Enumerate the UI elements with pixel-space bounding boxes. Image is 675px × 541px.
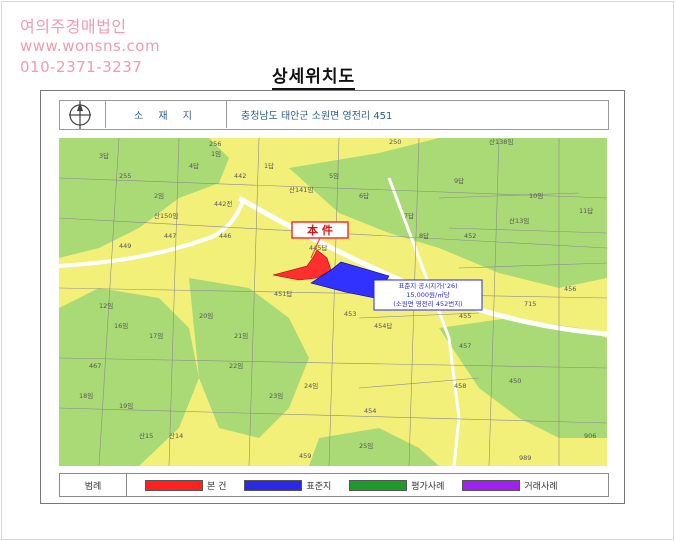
legend-item-standard: 표준지 [244,479,331,492]
parcel-label: 715 [524,300,536,308]
subject-label: 本 件 [307,223,333,237]
north-arrow-icon [64,99,96,131]
parcel-label: 산13임 [509,216,529,225]
parcel-label: 457 [459,342,471,350]
parcel-label: 445답 [309,244,327,252]
parcel-label: 451답 [274,290,292,298]
parcel-label: 산150임 [154,211,178,220]
parcel-label: 10임 [529,192,543,200]
parcel-label: 1임 [211,150,221,158]
parcel-label: 21임 [234,332,248,340]
parcel-label: 256 [209,140,221,148]
cadastral-map: 本 件 표준지 공시지가(‘26) 15,000원/㎡당 (소원면 영전리 45… [59,138,607,466]
legend-item-subject: 본 건 [145,479,226,492]
parcel-label: 442전 [214,199,232,208]
parcel-label: 250 [389,138,401,146]
parcel-label: 458 [454,382,466,390]
parcel-label: 6답 [359,192,369,200]
legend-swatch-subject [145,479,203,491]
parcel-label: 442 [234,172,246,180]
parcel-label: 19임 [119,402,133,410]
parcel-label: 446 [219,232,231,240]
parcel-label: 4답 [189,162,199,170]
legend: 범례 본 건 표준지 평가사례 거래사례 [59,473,609,497]
parcel-label: 18임 [79,392,93,400]
parcel-label: 2임 [154,192,164,200]
standard-note-line-3: (소원면 영전리 452번지) [393,299,462,308]
parcel-label: 25임 [359,442,373,450]
parcel-label: 22임 [229,362,243,370]
parcel-label: 449 [119,242,131,250]
legend-swatch-transaction [462,479,521,491]
legend-swatch-standard [244,479,303,491]
parcel-label: 17임 [149,332,163,340]
parcel-label: 454 [364,407,376,415]
parcel-label: 8답 [419,232,429,240]
legend-title: 범례 [60,474,127,496]
legend-label-appraisal: 평가사례 [411,481,445,492]
parcel-label: 12임 [99,302,113,310]
legend-swatch-appraisal [349,479,408,491]
parcel-label: 7답 [404,212,414,220]
watermark-company: 여의주경매법인 [20,17,127,36]
location-map-sheet: 소 재 지 충청남도 태안군 소원면 영전리 451 本 件 표준지 공시지가(… [40,90,625,504]
parcel-label: 20임 [199,312,213,320]
parcel-label: 450 [509,377,521,385]
parcel-label: 산141임 [289,185,313,194]
parcel-label: 산15 [139,431,153,440]
parcel-label: 255 [119,172,131,180]
parcel-label: 454답 [374,322,392,330]
parcel-label: 23임 [269,392,283,400]
standard-note-line-1: 표준지 공시지가(‘26) [398,281,457,290]
legend-label-standard: 표준지 [306,481,332,492]
parcel-label: 452 [464,232,476,240]
parcel-label: 5임 [329,172,339,180]
cadastral-map-svg: 本 件 표준지 공시지가(‘26) 15,000원/㎡당 (소원면 영전리 45… [59,138,607,466]
legend-item-transaction: 거래사례 [462,479,558,492]
legend-label-subject: 본 건 [207,481,227,492]
standard-note-line-2: 15,000원/㎡당 [406,290,449,299]
legend-label-transaction: 거래사례 [524,481,558,492]
parcel-label: 455 [459,312,471,320]
page-title: 상세위치도 [272,62,356,90]
parcel-label: 16임 [114,322,128,330]
parcel-label: 산138임 [489,138,513,146]
parcel-label: 447 [164,232,176,240]
watermark-phone: 010-2371-3237 [20,58,143,76]
parcel-label: 989 [519,454,531,462]
parcel-label: 456 [564,285,576,293]
parcel-label: 3답 [99,152,109,160]
watermark-website: www.wonsns.com [20,37,161,55]
parcel-label: 453 [344,310,356,318]
parcel-label: 24임 [304,382,318,390]
legend-item-appraisal: 평가사례 [349,479,444,492]
parcel-label: 467 [89,362,101,370]
parcel-label: 11답 [579,207,593,215]
location-label: 소 재 지 [105,100,227,128]
parcel-label: 1답 [264,162,274,170]
parcel-label: 9답 [454,177,464,185]
parcel-label: 906 [584,432,596,440]
location-value: 충청남도 태안군 소원면 영전리 451 [241,110,393,122]
parcel-label: 산14 [169,431,183,440]
parcel-label: 459 [299,452,311,460]
